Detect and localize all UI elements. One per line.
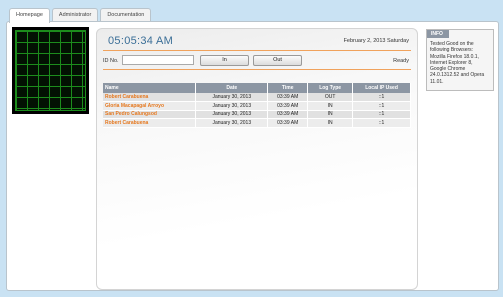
clock-date: February 2, 2013 Saturday [343, 38, 409, 44]
tab-bar: Homepage Administrator Documentation [9, 8, 152, 23]
table-row: San Pedro Calungsod January 30, 2013 03:… [103, 110, 411, 119]
info-text: Tested Good on the following Browsers: M… [430, 41, 485, 85]
cell-date: January 30, 2013 [195, 101, 269, 111]
id-label: ID No. [103, 58, 119, 64]
column-header-date[interactable]: Date [195, 83, 269, 93]
tab-administrator[interactable]: Administrator [51, 8, 99, 22]
cell-ip: ::1 [352, 93, 411, 102]
cell-name: Gloria Macapagal Arroyo [103, 101, 197, 111]
column-header-name[interactable]: Name [103, 83, 197, 93]
cell-time: 03:39 AM [267, 118, 309, 128]
cell-ip: ::1 [352, 110, 411, 119]
grid-display [12, 27, 89, 114]
in-button[interactable]: In [200, 55, 249, 66]
cell-log-type: OUT [307, 93, 354, 102]
table-row: Robert Carabuena January 30, 2013 03:39 … [103, 93, 411, 102]
cell-name: San Pedro Calungsod [103, 110, 197, 119]
cell-date: January 30, 2013 [195, 110, 269, 119]
cell-time: 03:39 AM [267, 101, 309, 111]
table-row: Robert Carabuena January 30, 2013 03:39 … [103, 118, 411, 128]
clock-time: 05:05:34 AM [108, 35, 174, 47]
out-button[interactable]: Out [253, 55, 302, 66]
divider [103, 69, 411, 70]
cell-time: 03:39 AM [267, 93, 309, 102]
status-text: Ready [393, 58, 409, 64]
divider [103, 50, 411, 51]
cell-log-type: IN [307, 110, 354, 119]
cell-time: 03:39 AM [267, 110, 309, 119]
cell-ip: ::1 [352, 101, 411, 111]
cell-date: January 30, 2013 [195, 118, 269, 128]
table-row: Gloria Macapagal Arroyo January 30, 2013… [103, 101, 411, 111]
attendance-panel: 05:05:34 AM February 2, 2013 Saturday ID… [96, 28, 418, 290]
info-box: INFO Tested Good on the following Browse… [426, 29, 494, 91]
table-header-row: Name Date Time Log Type Local IP Used [103, 83, 411, 93]
cell-log-type: IN [307, 118, 354, 128]
cell-name: Robert Carabuena [103, 93, 197, 102]
id-input[interactable] [122, 55, 194, 65]
cell-name: Robert Carabuena [103, 118, 197, 128]
cell-log-type: IN [307, 101, 354, 111]
main-frame: 05:05:34 AM February 2, 2013 Saturday ID… [6, 21, 499, 291]
column-header-log-type[interactable]: Log Type [307, 83, 354, 93]
green-grid-icon [15, 30, 86, 111]
log-table: Name Date Time Log Type Local IP Used Ro… [103, 83, 411, 128]
cell-date: January 30, 2013 [195, 93, 269, 102]
info-title: INFO [427, 30, 449, 38]
tab-documentation[interactable]: Documentation [100, 8, 152, 22]
column-header-local-ip[interactable]: Local IP Used [352, 83, 411, 93]
cell-ip: ::1 [352, 118, 411, 128]
column-header-time[interactable]: Time [267, 83, 309, 93]
tab-homepage[interactable]: Homepage [9, 8, 50, 23]
